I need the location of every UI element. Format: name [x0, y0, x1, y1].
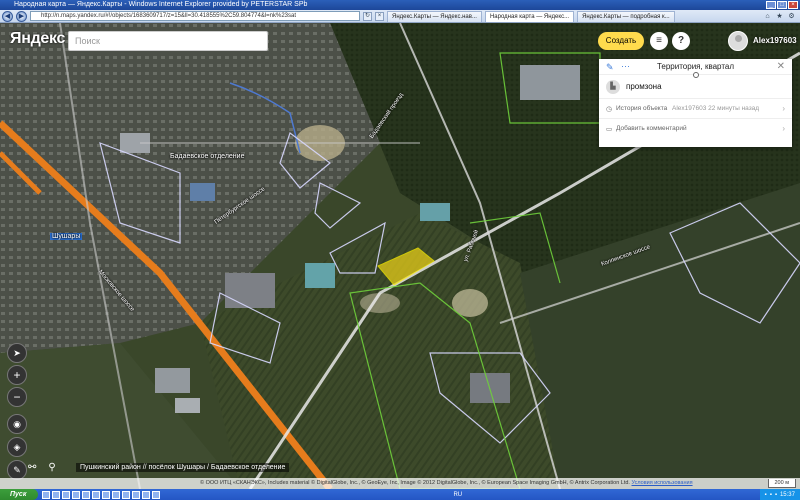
favorites-icon[interactable]: ★	[775, 12, 784, 21]
tray-icon[interactable]: ▪	[770, 492, 772, 498]
forward-icon[interactable]: ▶	[16, 10, 27, 22]
address-bar[interactable]: http://n.maps.yandex.ru/#!/objects/16836…	[30, 11, 360, 21]
yandex-logo[interactable]: Яндекс	[10, 30, 65, 48]
minimize-button[interactable]: _	[766, 1, 776, 9]
object-info-panel: ✎ ··· Территория, квартал ✕ ▙ промзона ◷…	[599, 59, 792, 147]
ruler-icon[interactable]: ✎	[7, 460, 27, 480]
copyright-text: © ООО ИТЦ «СКАНЭКС», Includes material ©…	[200, 480, 630, 486]
quicklaunch-icon[interactable]	[122, 490, 130, 499]
quicklaunch-icon[interactable]	[72, 490, 80, 499]
history-icon: ◷	[606, 106, 613, 113]
quicklaunch-icon[interactable]	[82, 490, 90, 499]
browser-tab-3[interactable]: Яндекс.Карты — подробная к...	[577, 10, 675, 22]
quicklaunch-icon[interactable]	[132, 490, 140, 499]
quicklaunch-icon[interactable]	[102, 490, 110, 499]
start-button[interactable]: Пуск	[0, 489, 38, 500]
terms-link[interactable]: Условия использования	[632, 480, 693, 486]
locate-icon[interactable]: ➤	[7, 343, 27, 363]
copyright-strip: © ООО ИТЦ «СКАНЭКС», Includes material ©…	[0, 478, 800, 489]
layers-menu-icon[interactable]: ≡	[650, 32, 668, 50]
map-label-badavskoe: Бадаевское отделение	[170, 153, 245, 160]
window-title-bar: Народная карта — Яндекс.Карты - Windows …	[0, 0, 800, 10]
stop-icon[interactable]: ×	[375, 11, 384, 21]
window-title: Народная карта — Яндекс.Карты - Windows …	[14, 1, 308, 8]
back-icon[interactable]: ◀	[2, 10, 13, 22]
zoom-out-button[interactable]: −	[7, 387, 27, 407]
help-button[interactable]: ?	[672, 32, 690, 50]
quicklaunch-icon[interactable]	[52, 490, 60, 499]
scale-bar: 200 м	[767, 479, 796, 488]
panel-title: Территория, квартал	[656, 62, 735, 71]
quicklaunch-icon[interactable]	[152, 490, 160, 499]
close-icon[interactable]: ✕	[777, 61, 785, 72]
language-indicator[interactable]: RU	[453, 492, 462, 498]
settings-icon[interactable]: ⚙	[787, 12, 796, 21]
history-value: Alex197603 22 минуты назад	[672, 105, 760, 112]
maximize-button[interactable]: □	[777, 1, 787, 9]
quicklaunch-icon[interactable]	[62, 490, 70, 499]
quicklaunch-icon[interactable]	[142, 490, 150, 499]
layers-icon[interactable]: ◈	[7, 437, 27, 457]
tray-icon[interactable]: ▪	[775, 492, 777, 498]
panel-header: ✎ ··· Территория, квартал ✕	[599, 59, 792, 78]
add-comment-row[interactable]: ▭ Добавить комментарий ›	[599, 119, 792, 139]
add-comment-label: Добавить комментарий	[616, 125, 687, 132]
home-icon[interactable]: ⌂	[763, 12, 772, 21]
refresh-icon[interactable]: ↻	[363, 11, 372, 21]
quicklaunch-icon[interactable]	[42, 490, 50, 499]
eye-icon[interactable]: ◉	[7, 414, 27, 434]
browser-tab-2[interactable]: Народная карта — Яндекс...	[484, 10, 575, 22]
quicklaunch-icon[interactable]	[112, 490, 120, 499]
tray-icon[interactable]: ▪	[765, 492, 767, 498]
category-label: промзона	[626, 82, 662, 91]
search-input[interactable]: Поиск	[68, 31, 268, 51]
binoculars-icon[interactable]: ⚯	[28, 462, 36, 473]
quicklaunch-icon[interactable]	[92, 490, 100, 499]
chevron-right-icon: ›	[782, 104, 785, 113]
location-pin-icon[interactable]: ⚲	[48, 462, 55, 473]
clock[interactable]: 15:37	[780, 492, 795, 498]
taskbar: Пуск RU ▪ ▪ ▪ 15:37	[0, 489, 800, 500]
history-row[interactable]: ◷ История объекта Alex197603 22 минуты н…	[599, 99, 792, 119]
browser-tab-1[interactable]: Яндекс.Карты — Яндекс.нав...	[387, 10, 482, 22]
comment-icon: ▭	[606, 126, 613, 133]
category-row[interactable]: ▙ промзона	[599, 75, 792, 99]
username[interactable]: Alex197603	[753, 36, 797, 45]
avatar[interactable]	[728, 31, 748, 51]
close-window-button[interactable]: ×	[788, 1, 798, 9]
chevron-right-icon: ›	[782, 124, 785, 133]
create-button[interactable]: Создать	[598, 32, 644, 50]
history-label: История объекта	[616, 105, 668, 112]
browser-toolbar: ◀ ▶ http://n.maps.yandex.ru/#!/objects/1…	[0, 10, 800, 23]
zoom-in-button[interactable]: +	[7, 365, 27, 385]
breadcrumb: Пушкинский район // посёлок Шушары / Бад…	[76, 463, 290, 472]
map-label-shushary: Шушары	[50, 233, 83, 240]
factory-icon: ▙	[606, 80, 620, 94]
system-tray: ▪ ▪ ▪ 15:37	[759, 489, 800, 500]
